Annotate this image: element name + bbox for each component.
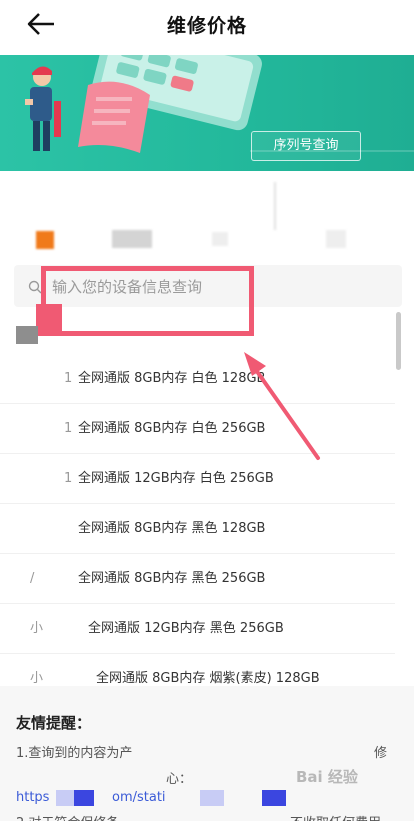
list-item[interactable]: 1 全网通版 8GB内存 白色 128GB [0,354,395,404]
serial-number-query-button[interactable]: 序列号查询 [251,131,361,161]
redaction-block [262,790,286,806]
annotation-highlight-tab [36,304,62,336]
notice-line: 2.对于符合保修条 [16,812,119,821]
notice-link[interactable]: https [16,790,49,805]
list-item-prefix: / [30,571,35,586]
watermark-logo: Bai 经验 [296,768,358,786]
list-item-label: 全网通版 12GB内存 白色 256GB [78,471,274,486]
list-item[interactable]: 1 全网通版 8GB内存 白色 256GB [0,404,395,454]
notice-line: 心： [166,772,193,787]
notice-link[interactable]: om/stati [112,790,166,805]
list-item-label: 全网通版 8GB内存 黑色 256GB [78,571,266,586]
redaction-block [74,790,94,806]
divider [274,182,276,230]
annotation-highlight-box [41,266,254,336]
blurred-chip [212,232,228,246]
page-title: 维修价格 [166,15,247,37]
list-item[interactable]: 全网通版 8GB内存 黑色 128GB [0,504,395,554]
list-item[interactable]: / 全网通版 8GB内存 黑色 256GB [0,554,395,604]
redaction-block [200,790,224,806]
redaction-block [56,790,76,806]
list-item-prefix: 1 [64,471,73,486]
list-item-label: 全网通版 8GB内存 白色 256GB [78,421,266,436]
notice-line-end: 不收取任何费用 [290,812,381,821]
notice-line-end: 修 [374,746,388,761]
search-icon [28,279,42,294]
blurred-chip [112,230,152,248]
list-item-prefix: 1 [64,421,73,436]
list-item-prefix: 小 [30,621,44,636]
device-model-list: 1 全网通版 8GB内存 白色 128GB 1 全网通版 8GB内存 白色 25… [0,354,414,686]
list-item[interactable]: 小 全网通版 12GB内存 黑色 256GB [0,604,395,654]
top-bar: 维修价格 [0,0,414,52]
brand-chip [36,231,54,249]
list-item-label: 全网通版 8GB内存 黑色 128GB [78,521,266,536]
blurred-chip [326,230,346,248]
list-item-label: 全网通版 12GB内存 黑色 256GB [88,621,284,636]
list-item[interactable]: 1 全网通版 12GB内存 白色 256GB [0,454,395,504]
list-item-prefix: 1 [64,371,73,386]
blurred-chip [16,326,38,344]
notice-title: 友情提醒： [16,714,92,732]
list-item-label: 全网通版 8GB内存 白色 128GB [78,371,266,386]
scrollbar[interactable] [396,312,401,370]
notice-line: 1.查询到的内容为产 [16,746,133,761]
